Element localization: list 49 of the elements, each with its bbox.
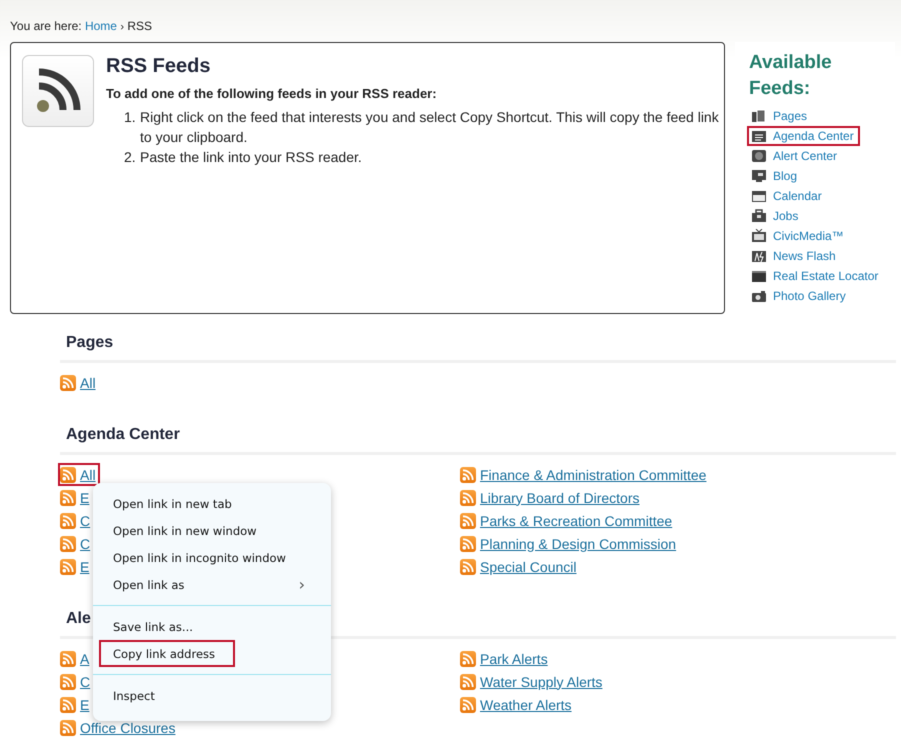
step-number: 2. xyxy=(124,148,137,167)
sidebar-link[interactable]: Pages xyxy=(773,109,808,123)
feed-link[interactable]: C xyxy=(80,674,90,690)
feed-link[interactable]: A xyxy=(80,650,90,666)
instructions-heading: To add one of the following feeds in your RSS reader: xyxy=(106,86,438,101)
feed-link[interactable]: E xyxy=(80,558,90,574)
menu-item[interactable]: Open link in new window xyxy=(101,524,257,538)
step-number: 1. xyxy=(124,108,137,127)
feed-link[interactable]: Weather Alerts xyxy=(480,696,572,712)
menu-item[interactable]: Open link in incognito window xyxy=(101,550,286,564)
sidebar-link[interactable]: Calendar xyxy=(773,189,822,203)
sidebar-link[interactable]: Photo Gallery xyxy=(773,289,846,303)
feed-link[interactable]: Special Council xyxy=(480,558,576,574)
feed-link[interactable]: Finance & Administration Committee xyxy=(480,466,706,482)
feed-link[interactable]: E xyxy=(80,696,90,712)
breadcrumb-current: RSS xyxy=(127,19,152,33)
breadcrumb-separator: › xyxy=(120,21,124,33)
feed-link[interactable]: All xyxy=(80,374,96,390)
feed-link[interactable]: Water Supply Alerts xyxy=(480,674,602,690)
feed-link[interactable]: Park Alerts xyxy=(480,650,548,666)
breadcrumb-link[interactable]: Home xyxy=(84,19,117,33)
feed-link[interactable]: E xyxy=(80,490,90,506)
sidebar-link[interactable]: News Flash xyxy=(773,249,836,263)
breadcrumb-label: You are here: xyxy=(10,19,82,33)
menu-item[interactable]: Inspect xyxy=(101,688,155,702)
sidebar-link[interactable]: Alert Center xyxy=(773,149,838,163)
sidebar-link[interactable]: Agenda Center xyxy=(773,129,854,143)
sidebar-link[interactable]: CivicMedia™ xyxy=(773,229,844,243)
page-title: RSS Feeds xyxy=(106,55,212,78)
feed-link[interactable]: C xyxy=(80,536,90,552)
step-text: Paste the link into your RSS reader. xyxy=(140,148,362,167)
section-heading: Agenda Center xyxy=(60,420,896,455)
feed-link[interactable]: C xyxy=(80,512,90,528)
sidebar-link[interactable]: Blog xyxy=(773,169,798,183)
sidebar-title: Available Feeds: xyxy=(749,51,833,101)
menu-item[interactable]: Copy link address xyxy=(101,646,216,660)
feed-link[interactable]: Parks & Recreation Committee xyxy=(480,512,672,528)
feed-link[interactable]: Library Board of Directors xyxy=(480,490,640,506)
step-text: Right click on the feed that interests you and select Copy Shortcut. This will copy the feed link to your clipboard. xyxy=(140,108,720,147)
section-heading: Pages xyxy=(60,328,896,363)
feed-link[interactable]: Planning & Design Commission xyxy=(480,536,676,552)
feed-link[interactable]: Office Closures xyxy=(80,720,176,736)
feed-link[interactable]: All xyxy=(80,466,96,482)
menu-item[interactable]: Open link in new tab xyxy=(101,496,232,510)
sidebar-link[interactable]: Real Estate Locator xyxy=(773,269,878,283)
submenu-arrow: › xyxy=(298,575,305,594)
menu-item[interactable]: Open link as xyxy=(101,578,184,592)
sidebar-link[interactable]: Jobs xyxy=(773,209,798,223)
menu-item[interactable]: Save link as... xyxy=(101,620,193,634)
